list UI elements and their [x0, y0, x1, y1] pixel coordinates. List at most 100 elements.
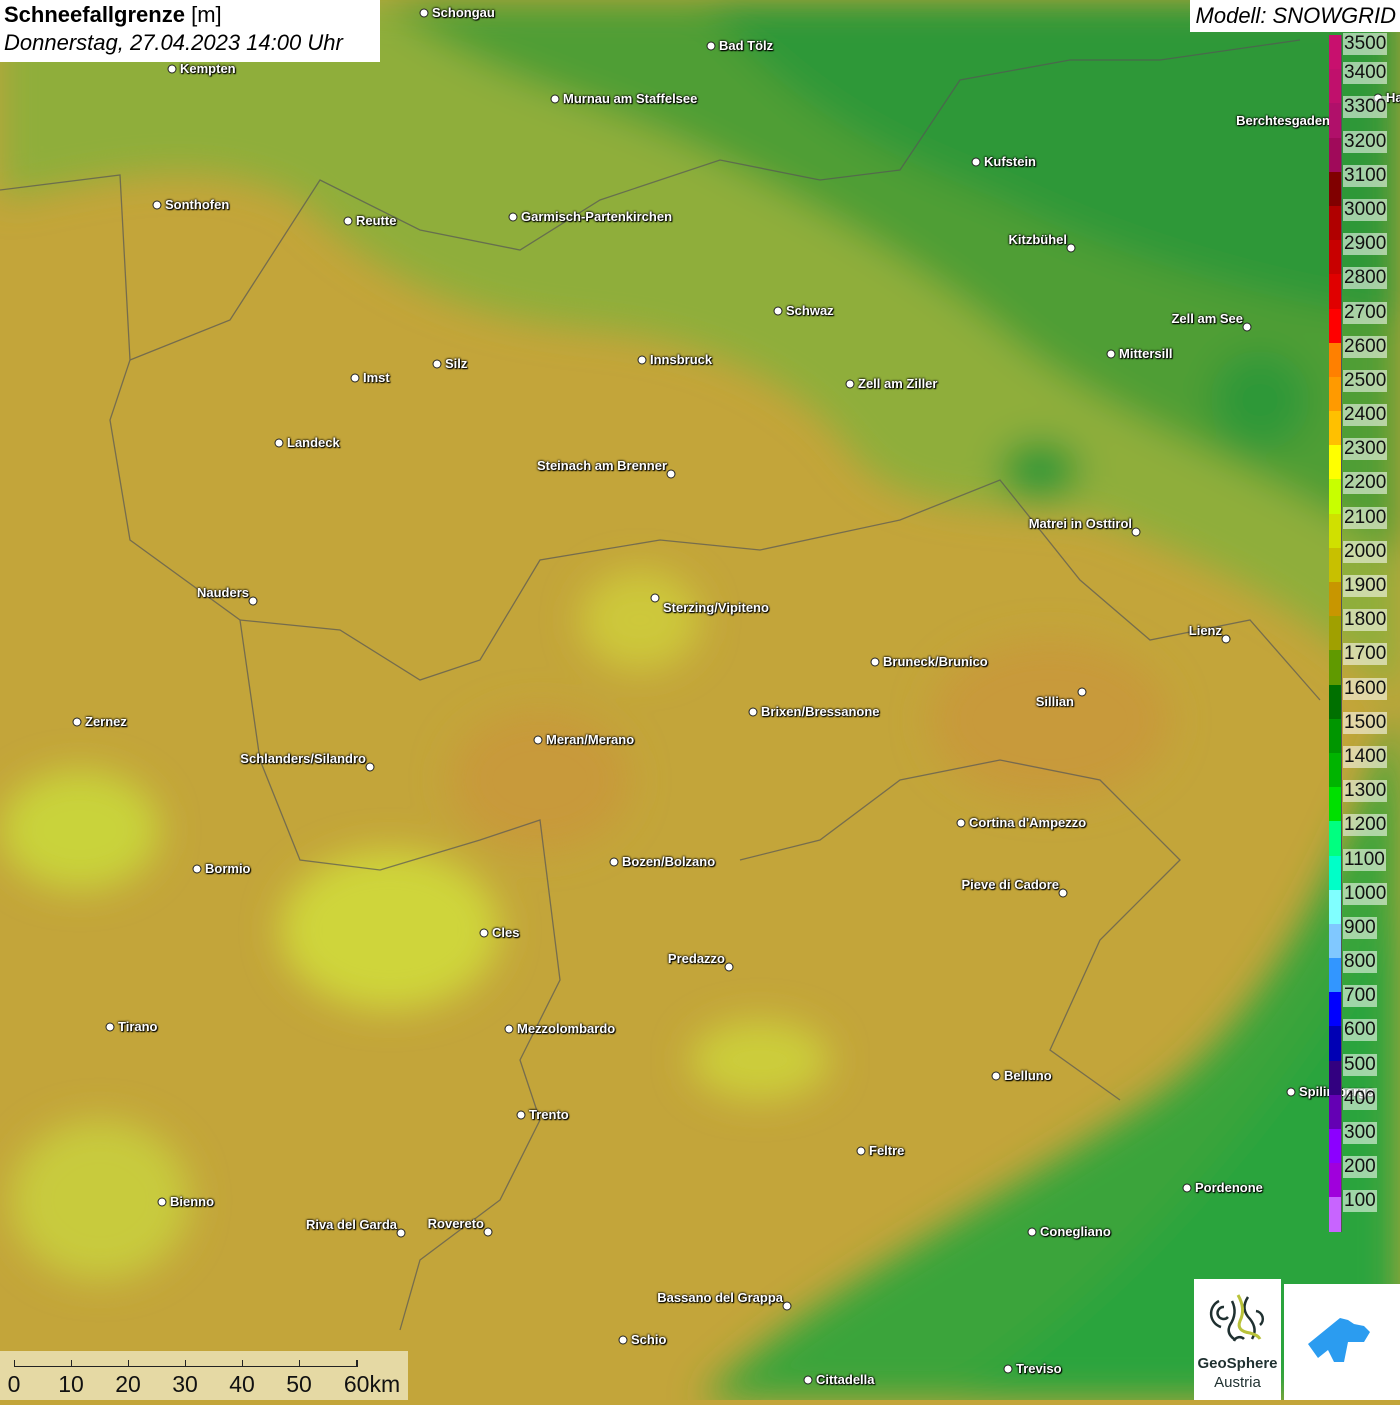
city-marker[interactable] — [609, 857, 619, 867]
city-marker[interactable] — [1077, 687, 1087, 697]
city-marker[interactable] — [1106, 349, 1116, 359]
city-marker[interactable] — [870, 657, 880, 667]
legend-swatch — [1329, 1094, 1342, 1129]
legend-swatch — [1329, 171, 1342, 206]
legend-label: 1000 — [1343, 882, 1388, 905]
city-label: Treviso — [1016, 1361, 1062, 1376]
city-marker[interactable] — [1242, 322, 1252, 332]
city-marker[interactable] — [845, 379, 855, 389]
legend-label: 2200 — [1343, 472, 1388, 495]
city-marker[interactable] — [192, 864, 202, 874]
city-label: Meran/Merano — [546, 732, 635, 747]
city-label: Cittadella — [816, 1372, 875, 1387]
city-marker[interactable] — [152, 200, 162, 210]
city-label: Kufstein — [984, 154, 1036, 169]
city-marker[interactable] — [504, 1024, 514, 1034]
city-marker[interactable] — [724, 962, 734, 972]
city-marker[interactable] — [1286, 1087, 1296, 1097]
city-label: Sterzing/Vipiteno — [663, 600, 769, 615]
snow-app-logo[interactable] — [1284, 1284, 1400, 1400]
city-label: Lienz — [1188, 623, 1222, 638]
city-marker[interactable] — [550, 94, 560, 104]
city-label: Tirano — [118, 1019, 158, 1034]
legend-label: 3300 — [1343, 96, 1388, 119]
city-marker[interactable] — [1182, 1183, 1192, 1193]
legend-label: 2300 — [1343, 438, 1388, 461]
city-marker[interactable] — [856, 1146, 866, 1156]
scale-tick — [14, 1360, 15, 1366]
city-label: Zell am See — [1171, 311, 1243, 326]
city-marker[interactable] — [991, 1071, 1001, 1081]
city-marker[interactable] — [533, 735, 543, 745]
city-marker[interactable] — [773, 306, 783, 316]
legend-label: 1600 — [1343, 677, 1388, 700]
city-marker[interactable] — [105, 1022, 115, 1032]
city-marker[interactable] — [1066, 243, 1076, 253]
city-marker[interactable] — [1058, 888, 1068, 898]
model-label: Modell: SNOWGRID — [1189, 0, 1400, 32]
city-label: Belluno — [1004, 1068, 1052, 1083]
city-marker[interactable] — [365, 762, 375, 772]
legend-swatch — [1329, 205, 1342, 241]
city-marker[interactable] — [274, 438, 284, 448]
city-marker[interactable] — [618, 1335, 628, 1345]
city-marker[interactable] — [706, 41, 716, 51]
city-label: Murnau am Staffelsee — [563, 91, 698, 106]
legend-label: 600 — [1343, 1019, 1377, 1042]
legend-swatch — [1329, 958, 1342, 993]
city-label: Bozen/Bolzano — [622, 854, 716, 869]
city-label: Schlanders/Silandro — [240, 751, 366, 766]
map-title: Schneefallgrenze — [4, 2, 185, 27]
legend-label: 400 — [1343, 1087, 1377, 1110]
city-marker[interactable] — [650, 593, 660, 603]
city-label: Matrei in Osttirol — [1028, 516, 1132, 531]
city-marker[interactable] — [157, 1197, 167, 1207]
city-marker[interactable] — [1027, 1227, 1037, 1237]
legend-swatch — [1329, 650, 1342, 685]
city-marker[interactable] — [1131, 527, 1141, 537]
city-marker[interactable] — [419, 8, 429, 18]
city-label: Sillian — [1035, 694, 1074, 709]
city-marker[interactable] — [516, 1110, 526, 1120]
legend-label: 100 — [1343, 1190, 1377, 1213]
city-label: Steinach am Brenner — [536, 458, 667, 473]
city-marker[interactable] — [748, 707, 758, 717]
city-marker[interactable] — [72, 717, 82, 727]
legend-label: 3100 — [1343, 164, 1388, 187]
city-marker[interactable] — [971, 157, 981, 167]
legend-swatch — [1329, 787, 1342, 822]
city-marker[interactable] — [1003, 1364, 1013, 1374]
legend-label: 2400 — [1343, 404, 1388, 427]
city-label: Bruneck/Brunico — [883, 654, 988, 669]
city-marker[interactable] — [666, 469, 676, 479]
city-marker[interactable] — [167, 64, 177, 74]
city-label: Cortina d'Ampezzo — [969, 815, 1087, 830]
city-marker[interactable] — [483, 1227, 493, 1237]
geosphere-logo[interactable]: GeoSphere Austria — [1194, 1279, 1281, 1400]
city-marker[interactable] — [350, 373, 360, 383]
city-marker[interactable] — [343, 216, 353, 226]
city-marker[interactable] — [803, 1375, 813, 1385]
legend-swatch — [1329, 479, 1342, 514]
city-marker[interactable] — [396, 1228, 406, 1238]
city-marker[interactable] — [479, 928, 489, 938]
legend-swatch — [1329, 718, 1342, 753]
city-marker[interactable] — [956, 818, 966, 828]
city-marker[interactable] — [637, 355, 647, 365]
scale-tick — [242, 1360, 243, 1366]
geosphere-contour-icon — [1209, 1294, 1265, 1342]
city-marker[interactable] — [508, 212, 518, 222]
legend-label: 1500 — [1343, 711, 1388, 734]
city-label: Imst — [363, 370, 390, 385]
city-marker[interactable] — [1221, 634, 1231, 644]
scale-tick — [128, 1360, 129, 1366]
scale-tick — [356, 1360, 357, 1366]
city-label: Bad Tölz — [719, 38, 774, 53]
city-marker[interactable] — [432, 359, 442, 369]
city-label: Schwaz — [786, 303, 834, 318]
city-marker[interactable] — [782, 1301, 792, 1311]
legend-label: 3400 — [1343, 62, 1388, 85]
legend-label: 3000 — [1343, 198, 1388, 221]
city-label: Reutte — [356, 213, 397, 228]
city-marker[interactable] — [248, 596, 258, 606]
